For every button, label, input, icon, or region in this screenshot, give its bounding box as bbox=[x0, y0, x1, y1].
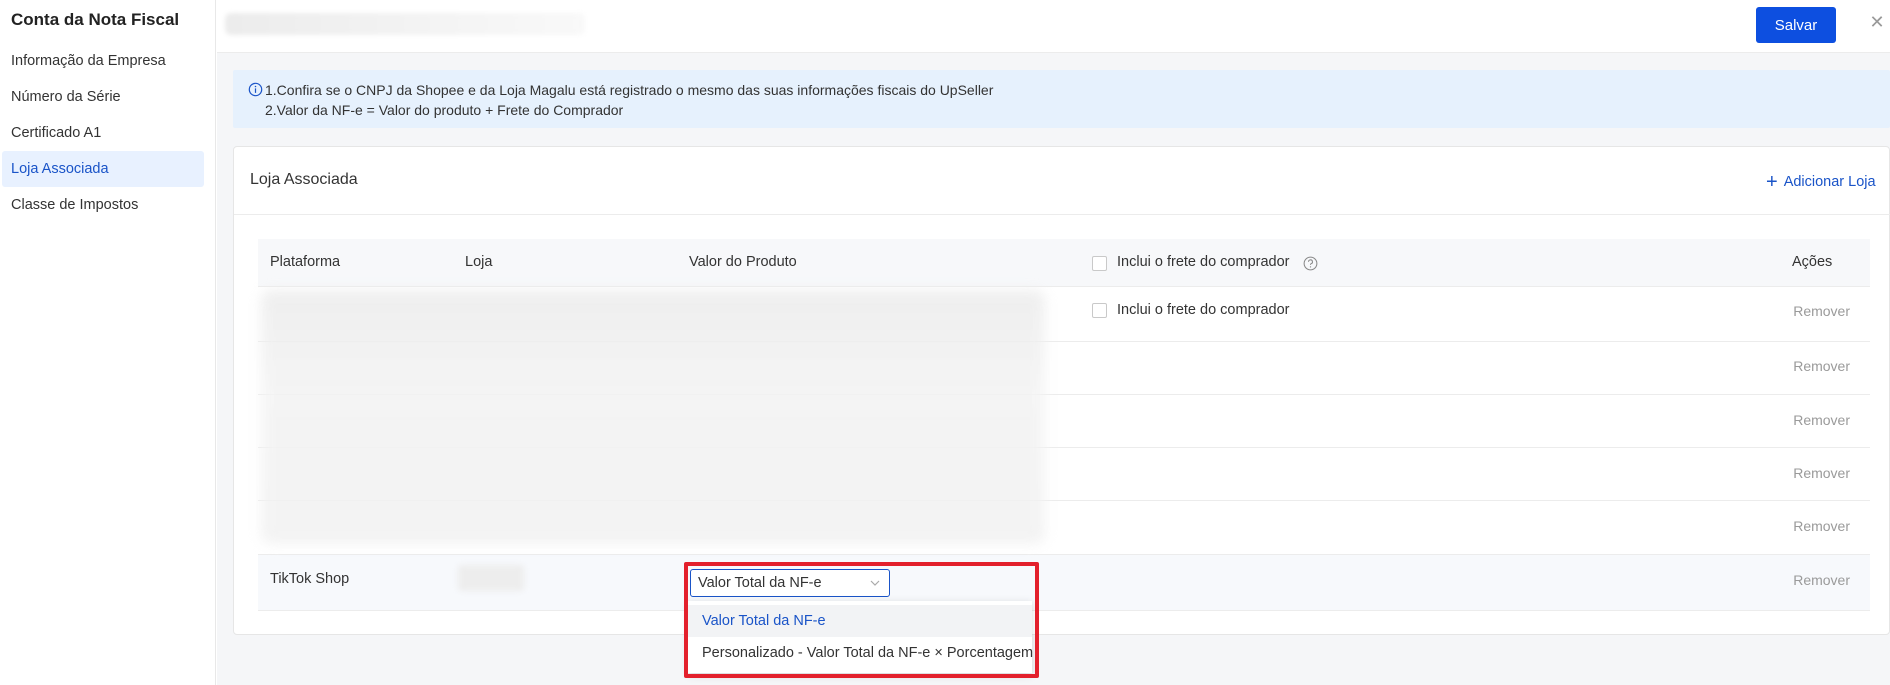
row-freight-checkbox[interactable] bbox=[1092, 303, 1107, 318]
sidebar-title: Conta da Nota Fiscal bbox=[11, 10, 180, 29]
plus-icon: + bbox=[1766, 171, 1778, 193]
close-icon[interactable]: ✕ bbox=[1867, 12, 1887, 32]
remove-link[interactable]: Remover bbox=[1793, 518, 1850, 534]
blurred-store-name bbox=[458, 565, 524, 591]
card-title: Loja Associada bbox=[250, 171, 358, 188]
info-icon bbox=[248, 82, 263, 97]
dropdown-option[interactable]: Valor Total da NF-e bbox=[688, 605, 1032, 637]
remove-link[interactable]: Remover bbox=[1793, 412, 1850, 428]
sidebar-item-series-number[interactable]: Número da Série bbox=[2, 79, 204, 115]
header-product-value: Valor do Produto bbox=[689, 254, 797, 270]
sidebar-item-company-info[interactable]: Informação da Empresa bbox=[2, 43, 204, 79]
header-platform: Plataforma bbox=[270, 254, 341, 270]
notice-line-2: 2.Valor da NF-e = Valor do produto + Fre… bbox=[265, 102, 624, 118]
row-freight-label: Inclui o frete do comprador bbox=[1117, 302, 1290, 318]
header-freight-checkbox[interactable] bbox=[1092, 256, 1107, 271]
remove-link[interactable]: Remover bbox=[1793, 572, 1850, 588]
add-store-label: Adicionar Loja bbox=[1783, 174, 1876, 190]
remove-link[interactable]: Remover bbox=[1793, 303, 1850, 319]
remove-link[interactable]: Remover bbox=[1793, 465, 1850, 481]
header-actions: Ações bbox=[1792, 254, 1833, 270]
top-bar: Salvar ✕ bbox=[217, 0, 1890, 53]
notice-line-1: 1.Confira se o CNPJ da Shopee e da Loja … bbox=[265, 82, 994, 98]
sidebar-item-tax-class[interactable]: Classe de Impostos bbox=[2, 187, 204, 223]
header-store: Loja bbox=[465, 254, 493, 270]
sidebar-item-certificate[interactable]: Certificado A1 bbox=[2, 115, 204, 151]
product-value-select[interactable]: Valor Total da NF-e bbox=[690, 569, 890, 597]
blurred-rows bbox=[261, 290, 1045, 544]
header-include-freight: Inclui o frete do comprador bbox=[1117, 254, 1290, 270]
card-divider bbox=[234, 214, 1890, 215]
dropdown-option[interactable]: Personalizado - Valor Total da NF-e × Po… bbox=[688, 637, 1033, 669]
select-dropdown: Valor Total da NF-e Personalizado - Valo… bbox=[688, 601, 1033, 673]
sidebar-item-associated-store[interactable]: Loja Associada bbox=[2, 151, 204, 187]
table-header: Plataforma Loja Valor do Produto Inclui … bbox=[258, 239, 1870, 287]
add-store-button[interactable]: + Adicionar Loja bbox=[1766, 171, 1876, 194]
save-button[interactable]: Salvar bbox=[1756, 7, 1836, 43]
row-platform: TikTok Shop bbox=[270, 571, 350, 587]
select-value: Valor Total da NF-e bbox=[698, 575, 822, 591]
info-notice: 1.Confira se o CNPJ da Shopee e da Loja … bbox=[233, 70, 1890, 128]
chevron-down-icon bbox=[870, 580, 880, 586]
help-icon[interactable] bbox=[1303, 256, 1318, 271]
sidebar: Conta da Nota Fiscal Informação da Empre… bbox=[0, 0, 216, 685]
blurred-header bbox=[225, 13, 585, 35]
remove-link[interactable]: Remover bbox=[1793, 358, 1850, 374]
